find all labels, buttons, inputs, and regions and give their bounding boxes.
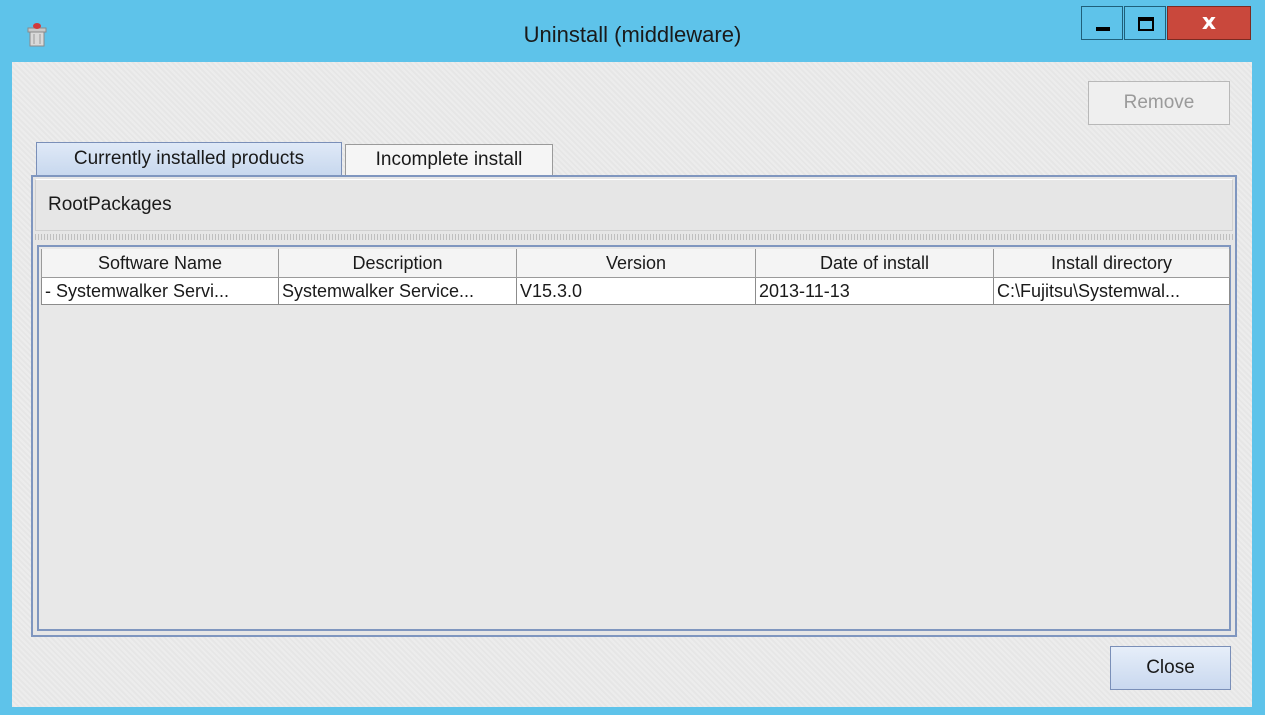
cell-install-directory[interactable]: C:\Fujitsu\Systemwal... [993,277,1230,305]
cell-version[interactable]: V15.3.0 [516,277,756,305]
tab-panel: RootPackages Software Name Description V… [31,175,1237,637]
minimize-icon [1096,27,1110,31]
remove-button[interactable]: Remove [1088,81,1230,125]
products-table-container: Software Name Description Version Date o… [37,245,1231,631]
tab-incomplete-install[interactable]: Incomplete install [345,144,553,175]
uninstall-window: Uninstall (middleware) x Remove Currentl… [0,0,1265,715]
minimize-button[interactable] [1081,6,1123,40]
window-title: Uninstall (middleware) [523,22,742,47]
cell-software-name[interactable]: - Systemwalker Servi... [41,277,279,305]
title-bar[interactable]: Uninstall (middleware) x [0,0,1265,62]
column-header-version[interactable]: Version [516,249,756,278]
cell-description[interactable]: Systemwalker Service... [278,277,517,305]
close-window-button[interactable]: x [1167,6,1251,40]
tab-currently-installed-products[interactable]: Currently installed products [36,142,342,175]
maximize-button[interactable] [1124,6,1166,40]
table-row[interactable]: - Systemwalker Servi... Systemwalker Ser… [41,277,1230,305]
column-header-description[interactable]: Description [278,249,517,278]
column-header-date-of-install[interactable]: Date of install [755,249,994,278]
root-packages-label: RootPackages [48,194,172,215]
split-divider[interactable] [35,234,1233,240]
root-packages-header: RootPackages [35,179,1233,231]
products-table: Software Name Description Version Date o… [41,249,1230,305]
close-button[interactable]: Close [1110,646,1231,690]
cell-date-of-install[interactable]: 2013-11-13 [755,277,994,305]
close-icon: x [1201,10,1217,35]
column-header-install-directory[interactable]: Install directory [993,249,1230,278]
maximize-icon [1138,17,1154,31]
column-header-software-name[interactable]: Software Name [41,249,279,278]
table-header-row: Software Name Description Version Date o… [41,249,1230,278]
dialog-body: Remove Currently installed products Inco… [12,62,1252,707]
